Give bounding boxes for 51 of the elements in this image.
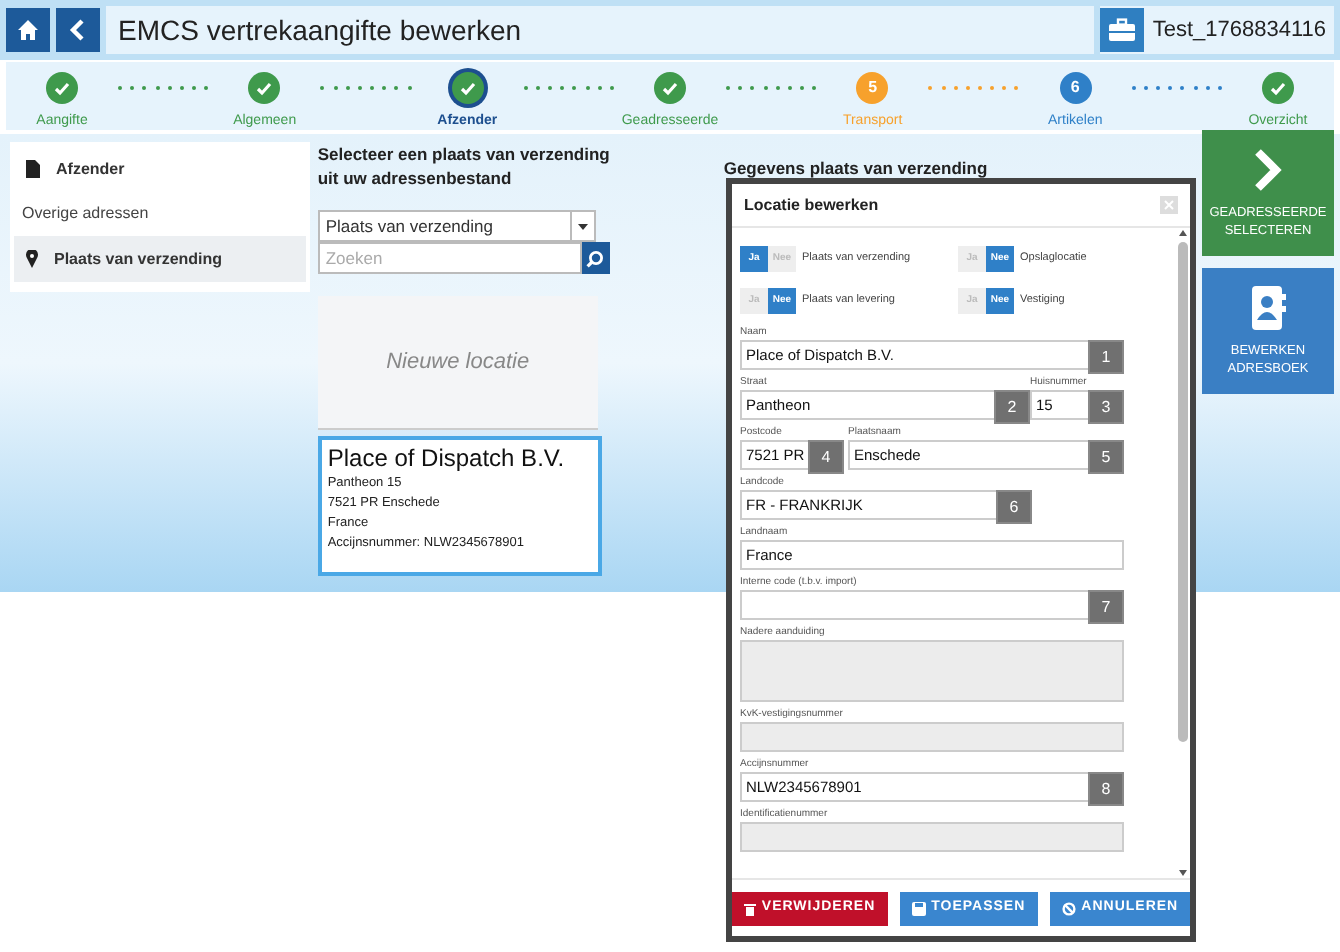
sidebar-item[interactable]: Plaats van verzending bbox=[14, 236, 306, 282]
new-location-card[interactable]: Nieuwe locatie bbox=[317, 296, 598, 430]
chevron-right-icon bbox=[1252, 147, 1284, 191]
address-name: Place of Dispatch B.V. bbox=[327, 444, 567, 474]
map-pin-icon bbox=[26, 250, 38, 268]
step-indicator[interactable] bbox=[46, 72, 78, 104]
scrollbar-thumb[interactable] bbox=[1178, 242, 1188, 742]
step-indicator[interactable] bbox=[451, 72, 484, 104]
scroll-down-icon bbox=[1178, 868, 1188, 878]
page-title: EMCS vertrekaangifte bewerken bbox=[118, 11, 522, 50]
step-indicator[interactable] bbox=[653, 72, 686, 104]
trash-icon bbox=[743, 901, 756, 915]
step-indicator[interactable] bbox=[248, 72, 281, 104]
dialog-title: Locatie bewerken bbox=[744, 193, 879, 217]
back-button[interactable] bbox=[56, 8, 100, 52]
search-button[interactable] bbox=[581, 242, 610, 274]
briefcase-icon bbox=[1108, 18, 1137, 42]
number-badge: 1 bbox=[1088, 340, 1124, 374]
number-badge: 3 bbox=[1088, 390, 1124, 424]
number-badge: 8 bbox=[1088, 772, 1124, 806]
step-indicator[interactable] bbox=[1261, 72, 1294, 104]
sidebar-item[interactable]: Afzender bbox=[14, 146, 306, 192]
number-badge: 5 bbox=[1088, 440, 1124, 474]
search-icon bbox=[586, 249, 605, 267]
search-field[interactable]: Zoeken bbox=[317, 242, 582, 274]
number-badge: 2 bbox=[994, 390, 1030, 424]
caret-icon bbox=[569, 212, 594, 240]
number-badge: 7 bbox=[1088, 590, 1124, 624]
check-icon bbox=[661, 81, 678, 95]
check-icon bbox=[1269, 81, 1286, 95]
document-icon bbox=[26, 160, 40, 178]
number-badge: 4 bbox=[808, 440, 844, 474]
input-field[interactable]: 7 bbox=[740, 590, 1124, 620]
ban-icon bbox=[1061, 901, 1076, 915]
step-indicator[interactable]: 6 bbox=[1059, 72, 1092, 104]
number-badge: 6 bbox=[996, 490, 1032, 524]
check-icon bbox=[54, 81, 70, 95]
close-icon bbox=[1164, 200, 1174, 210]
address-book-icon bbox=[1250, 285, 1286, 329]
home-icon bbox=[16, 18, 40, 42]
home-button[interactable] bbox=[6, 8, 50, 52]
section-heading: Selecteer een plaats van verzending uit uw adressenbestand bbox=[317, 142, 610, 190]
scroll-up-icon bbox=[1178, 228, 1188, 238]
section-heading: Gegevens plaats van verzending bbox=[723, 158, 988, 178]
check-icon bbox=[256, 81, 273, 95]
save-icon bbox=[911, 901, 926, 915]
user-name: Test_1768834116 bbox=[1152, 15, 1326, 46]
chevron-left-icon bbox=[68, 18, 88, 42]
dropdown[interactable]: Plaats van verzending bbox=[317, 210, 596, 242]
check-icon bbox=[459, 81, 476, 95]
section-heading: Overige adressen bbox=[20, 202, 151, 226]
